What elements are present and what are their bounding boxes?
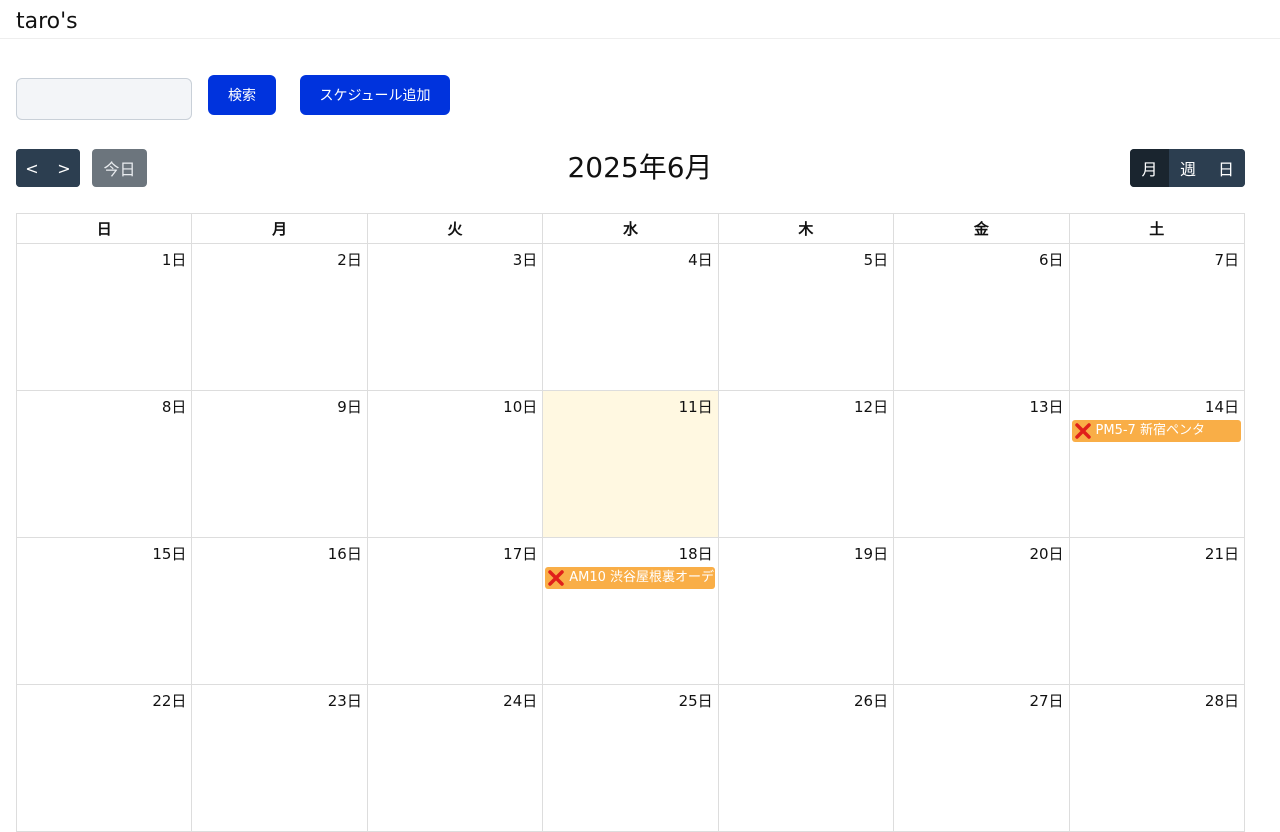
weekday-header: 月	[191, 213, 368, 244]
calendar-day-cell[interactable]: 6日	[893, 243, 1070, 391]
day-number: 16日	[327, 545, 362, 563]
day-number: 10日	[503, 398, 538, 416]
calendar-day-cell[interactable]: 25日	[542, 684, 719, 832]
week-view-button[interactable]: 週	[1169, 149, 1207, 187]
calendar-day-cell[interactable]: 8日	[15, 390, 193, 538]
calendar-day-cell[interactable]: 10日	[366, 390, 544, 538]
day-number: 17日	[503, 545, 538, 563]
calendar-week-row: 8日 9日 10日 11日 12日 13日 14日 PM5-7 新宿ペンタ	[15, 390, 1246, 538]
calendar-week-row: 1日 2日 3日 4日 5日 6日 7日	[15, 243, 1246, 391]
day-number: 2日	[337, 251, 362, 269]
calendar-week-row: 22日 23日 24日 25日 26日 27日 28日	[15, 684, 1246, 832]
calendar-day-cell[interactable]: 22日	[15, 684, 193, 832]
day-number: 9日	[337, 398, 362, 416]
day-number: 20日	[1029, 545, 1064, 563]
calendar-day-cell[interactable]: 28日	[1068, 684, 1246, 832]
day-number: 1日	[161, 251, 187, 269]
calendar-event[interactable]: AM10 渋谷屋根裏オーデ	[545, 567, 715, 589]
calendar-day-cell[interactable]: 16日	[191, 537, 368, 685]
calendar-day-cell[interactable]: 27日	[893, 684, 1070, 832]
prev-next-group: < >	[16, 149, 80, 187]
day-number: 26日	[854, 692, 889, 710]
calendar-day-cell[interactable]: 2日	[191, 243, 368, 391]
day-number: 23日	[327, 692, 362, 710]
today-button[interactable]: 今日	[92, 149, 147, 187]
day-number: 12日	[854, 398, 889, 416]
view-switcher: 月 週 日	[1130, 149, 1245, 187]
calendar-week-row: 15日 16日 17日 18日 AM10 渋谷屋根裏オーデ 19日 20日 21日	[15, 537, 1246, 685]
calendar-day-cell[interactable]: 15日	[15, 537, 193, 685]
add-schedule-button[interactable]: スケジュール追加	[300, 75, 450, 115]
day-number: 8日	[161, 398, 187, 416]
cross-mark-icon	[1074, 423, 1091, 439]
month-calendar: 日 月 火 水 木 金 土 1日 2日 3日 4日 5日 6日 7日 8日 9日 10日 11日 12…	[15, 213, 1246, 832]
day-number: 4日	[688, 251, 713, 269]
day-number: 25日	[678, 692, 713, 710]
calendar-day-cell[interactable]: 12日	[717, 390, 895, 538]
day-number: 24日	[503, 692, 538, 710]
top-bar: taro's	[0, 0, 1280, 39]
calendar-day-cell[interactable]: 13日	[893, 390, 1070, 538]
day-number: 21日	[1204, 545, 1239, 563]
calendar-day-cell[interactable]: 1日	[15, 243, 193, 391]
calendar-body: 1日 2日 3日 4日 5日 6日 7日 8日 9日 10日 11日 12日 13日 14日 PM5-7 新…	[15, 243, 1246, 832]
day-number: 22日	[152, 692, 187, 710]
calendar-day-cell[interactable]: 21日	[1068, 537, 1246, 685]
search-button[interactable]: 検索	[208, 75, 276, 115]
day-number: 13日	[1029, 398, 1064, 416]
calendar-day-cell[interactable]: 5日	[717, 243, 895, 391]
calendar-day-cell[interactable]: 14日 PM5-7 新宿ペンタ	[1068, 390, 1246, 538]
calendar-day-cell[interactable]: 9日	[191, 390, 368, 538]
calendar-day-cell[interactable]: 23日	[191, 684, 368, 832]
day-number: 14日	[1204, 398, 1239, 416]
weekday-header: 木	[717, 213, 895, 244]
calendar-day-cell[interactable]: 19日	[717, 537, 895, 685]
next-month-button[interactable]: >	[48, 149, 80, 187]
weekday-header: 金	[893, 213, 1070, 244]
calendar-day-cell[interactable]: 7日	[1068, 243, 1246, 391]
prev-month-button[interactable]: <	[16, 149, 48, 187]
weekday-header: 土	[1068, 213, 1246, 244]
day-number: 18日	[678, 545, 713, 563]
calendar-day-cell[interactable]: 18日 AM10 渋谷屋根裏オーデ	[542, 537, 719, 685]
day-number: 6日	[1038, 251, 1064, 269]
calendar-event[interactable]: PM5-7 新宿ペンタ	[1071, 420, 1241, 442]
calendar-day-cell[interactable]: 4日	[542, 243, 719, 391]
calendar-day-cell[interactable]: 26日	[717, 684, 895, 832]
weekday-header: 日	[15, 213, 193, 244]
calendar-day-cell[interactable]: 20日	[893, 537, 1070, 685]
event-title: AM10 渋谷屋根裏オーデ	[569, 570, 715, 585]
day-number: 27日	[1029, 692, 1064, 710]
day-number: 5日	[863, 251, 889, 269]
calendar-day-cell[interactable]: 3日	[366, 243, 544, 391]
calendar-day-cell[interactable]: 24日	[366, 684, 544, 832]
weekday-header: 水	[542, 213, 719, 244]
day-number: 28日	[1204, 692, 1239, 710]
month-view-button[interactable]: 月	[1130, 149, 1169, 187]
day-number: 7日	[1214, 251, 1239, 269]
weekday-header: 火	[366, 213, 544, 244]
calendar-day-cell[interactable]: 11日	[542, 390, 719, 538]
weekday-header-row: 日 月 火 水 木 金 土	[15, 213, 1246, 244]
search-input[interactable]	[16, 78, 192, 120]
day-number: 15日	[152, 545, 187, 563]
brand-title: taro's	[16, 9, 78, 34]
event-title: PM5-7 新宿ペンタ	[1095, 423, 1205, 438]
day-number: 11日	[678, 398, 713, 416]
calendar-day-cell[interactable]: 17日	[366, 537, 544, 685]
day-number: 19日	[854, 545, 889, 563]
calendar-title: 2025年6月	[567, 151, 713, 184]
cross-mark-icon	[548, 570, 565, 586]
day-number: 3日	[512, 251, 538, 269]
day-view-button[interactable]: 日	[1207, 149, 1245, 187]
